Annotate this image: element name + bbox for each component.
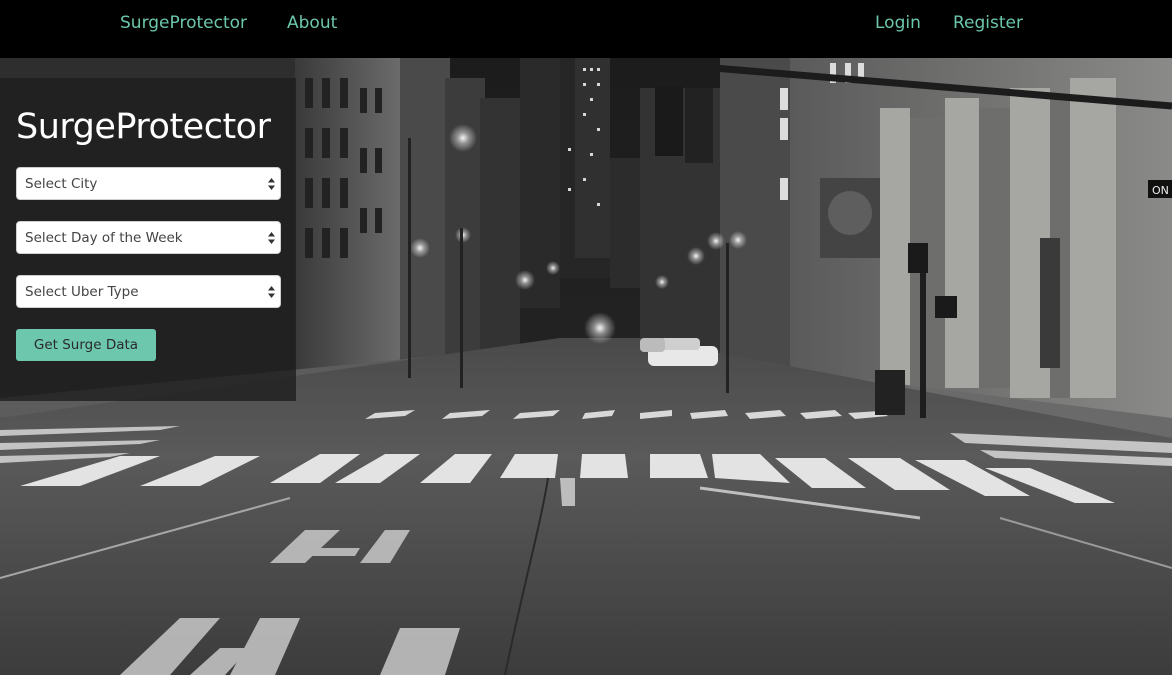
select-arrows-icon [268,232,275,244]
street-sign-text: ON [1152,184,1169,197]
uber-type-select-value: Select Uber Type [25,284,139,300]
login-link[interactable]: Login [875,11,921,35]
uber-type-select[interactable]: Select Uber Type [16,275,281,308]
brand-link[interactable]: SurgeProtector [120,11,247,35]
select-arrows-icon [268,286,275,298]
city-select-value: Select City [25,176,98,192]
top-navbar: SurgeProtector About Login Register [0,0,1172,58]
select-arrows-icon [268,178,275,190]
register-link[interactable]: Register [953,11,1023,35]
about-link[interactable]: About [287,11,337,35]
get-surge-data-button[interactable]: Get Surge Data [16,329,156,361]
day-select-value: Select Day of the Week [25,230,183,246]
city-select[interactable]: Select City [16,167,281,200]
day-of-week-select[interactable]: Select Day of the Week [16,221,281,254]
search-panel: SurgeProtector Select City Select Day of… [0,78,296,401]
page-title: SurgeProtector [16,107,271,147]
